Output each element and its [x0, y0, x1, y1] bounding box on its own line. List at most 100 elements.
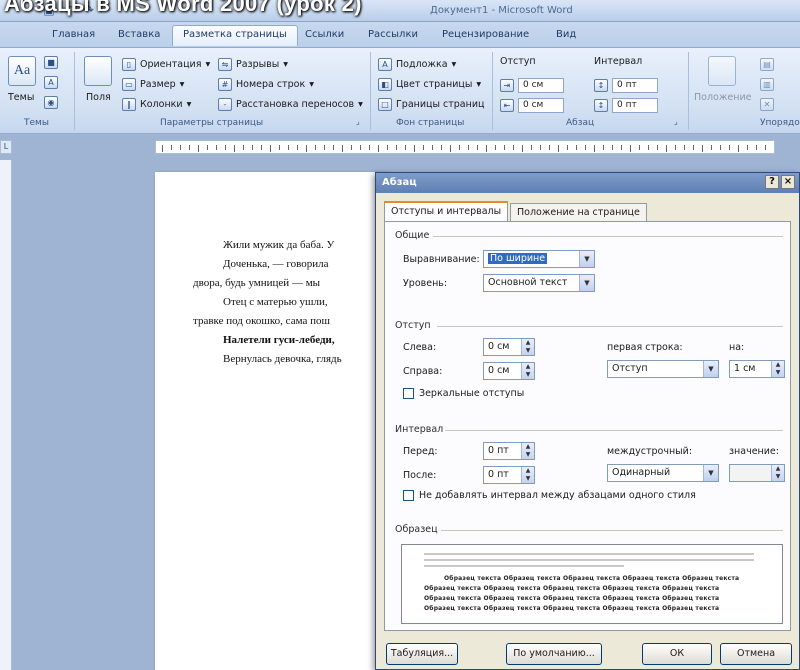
spin-arrows-icon[interactable]: ▲ ▼: [521, 363, 534, 379]
orientation-button[interactable]: ▯ Ориентация ▾: [122, 58, 210, 71]
close-button[interactable]: ×: [781, 175, 795, 189]
ruler-tick: [387, 145, 388, 150]
preview-previous-paragraph: [424, 553, 754, 555]
document-page[interactable]: Жили мужик да баба. У Доченька, — говори…: [155, 172, 390, 670]
ruler-tick: [297, 145, 298, 150]
no-space-same-style-checkbox[interactable]: Не добавлять интервал между абзацами одн…: [403, 490, 696, 501]
hyphenation-button[interactable]: - Расстановка переносов ▾: [218, 98, 363, 111]
indent-by-input[interactable]: 1 см ▲ ▼: [729, 360, 785, 378]
text-wrap-icon[interactable]: ✕: [760, 98, 774, 111]
position-icon[interactable]: [708, 56, 736, 86]
indent-right-field[interactable]: ⇤ 0 см: [500, 98, 564, 113]
ruler-tick: [234, 145, 235, 152]
tab-indents-and-spacing[interactable]: Отступы и интервалы: [384, 201, 509, 222]
first-line-label: первая строка:: [607, 342, 683, 353]
page-color-icon: ◧: [378, 78, 392, 91]
size-icon: ▭: [122, 78, 136, 91]
spacing-before-field[interactable]: ↕ 0 пт: [594, 78, 658, 93]
preview-previous-paragraph: [424, 565, 624, 567]
breaks-button[interactable]: ⇋ Разрывы ▾: [218, 58, 288, 71]
columns-button[interactable]: ‖ Колонки ▾: [122, 98, 191, 111]
tab-view[interactable]: Вид: [556, 29, 576, 40]
tab-selector-icon[interactable]: L: [0, 140, 12, 154]
page-borders-button[interactable]: □ Границы страниц: [378, 98, 484, 111]
indent-left-field[interactable]: ⇥ 0 см: [500, 78, 564, 93]
themes-icon[interactable]: Aa: [8, 56, 36, 86]
ruler-tick: [504, 145, 505, 150]
ruler-tick: [657, 145, 658, 150]
cancel-button[interactable]: Отмена: [720, 643, 792, 665]
alignment-label: Выравнивание:: [403, 254, 480, 265]
breaks-icon: ⇋: [218, 58, 232, 71]
position-button[interactable]: Положение: [694, 92, 751, 103]
ruler-tick: [585, 145, 586, 150]
spacing-after-input[interactable]: 0 пт ▲ ▼: [483, 466, 535, 484]
ruler-tick: [252, 145, 253, 150]
spacing-before-label: Перед:: [403, 446, 438, 457]
theme-colors-icon[interactable]: ■: [44, 56, 58, 69]
tab-references[interactable]: Ссылки: [305, 29, 344, 40]
indent-right-input[interactable]: 0 см ▲ ▼: [483, 362, 535, 380]
group-separator: [74, 52, 75, 130]
line-spacing-label: междустрочный:: [607, 446, 693, 457]
vertical-ruler[interactable]: [0, 160, 12, 670]
tab-insert[interactable]: Вставка: [118, 29, 160, 40]
theme-fonts-icon[interactable]: A: [44, 76, 58, 89]
first-line-select[interactable]: Отступ ▼: [607, 360, 719, 378]
tab-line-and-page-breaks[interactable]: Положение на странице: [510, 203, 647, 221]
page-color-button[interactable]: ◧ Цвет страницы ▾: [378, 78, 481, 91]
ruler-tick: [711, 145, 712, 150]
ruler-tick: [747, 145, 748, 150]
chevron-down-icon: ▼: [579, 251, 594, 267]
help-button[interactable]: ?: [765, 175, 779, 189]
indent-left-input[interactable]: 0 см ▲ ▼: [483, 338, 535, 356]
tab-mailings[interactable]: Рассылки: [368, 29, 418, 40]
hyphenation-icon: -: [218, 98, 232, 111]
spin-arrows-icon[interactable]: ▲ ▼: [771, 361, 784, 377]
ruler-tick: [495, 145, 496, 150]
level-label: Уровень:: [403, 278, 448, 289]
line-spacing-select[interactable]: Одинарный ▼: [607, 464, 719, 482]
ruler-tick: [270, 145, 271, 152]
horizontal-ruler[interactable]: [155, 140, 775, 154]
ok-button[interactable]: ОК: [642, 643, 712, 665]
columns-icon: ‖: [122, 98, 136, 111]
alignment-select[interactable]: По ширине ▼: [483, 250, 595, 268]
spin-arrows-icon[interactable]: ▲ ▼: [521, 339, 534, 355]
size-button[interactable]: ▭ Размер ▾: [122, 78, 184, 91]
paragraph-launcher-icon[interactable]: ⌟: [674, 117, 678, 126]
watermark-button[interactable]: A Подложка ▾: [378, 58, 456, 71]
spin-arrows-icon[interactable]: ▲ ▼: [521, 467, 534, 483]
ruler-tick: [639, 145, 640, 150]
spacing-at-input[interactable]: ▲ ▼: [729, 464, 785, 482]
ruler-tick: [729, 145, 730, 150]
page-setup-launcher-icon[interactable]: ⌟: [356, 117, 360, 126]
preview-sample-line: Образец текста Образец текста Образец те…: [424, 595, 720, 602]
ruler-tick: [360, 145, 361, 150]
fields-icon[interactable]: [84, 56, 112, 86]
ruler-tick: [171, 145, 172, 150]
send-backward-icon[interactable]: ▥: [760, 78, 774, 91]
spin-arrows-icon[interactable]: ▲ ▼: [771, 465, 784, 481]
ruler-tick: [441, 145, 442, 150]
mirror-indents-checkbox[interactable]: Зеркальные отступы: [403, 388, 524, 399]
ruler-tick: [702, 145, 703, 152]
tabs-button[interactable]: Табуляция...: [386, 643, 458, 665]
ruler-tick: [486, 145, 487, 152]
line-numbers-button[interactable]: # Номера строк ▾: [218, 78, 314, 91]
themes-button[interactable]: Темы: [8, 92, 34, 103]
ruler-tick: [459, 145, 460, 150]
bring-forward-icon[interactable]: ▤: [760, 58, 774, 71]
spacing-after-field[interactable]: ↕ 0 пт: [594, 98, 658, 113]
theme-effects-icon[interactable]: ◉: [44, 96, 58, 109]
set-default-button[interactable]: По умолчанию...: [506, 643, 602, 665]
spin-arrows-icon[interactable]: ▲ ▼: [521, 443, 534, 459]
tab-page-layout[interactable]: Разметка страницы: [172, 25, 298, 46]
tab-review[interactable]: Рецензирование: [442, 29, 529, 40]
spacing-before-input[interactable]: 0 пт ▲ ▼: [483, 442, 535, 460]
fields-button[interactable]: Поля: [86, 92, 111, 103]
level-select[interactable]: Основной текст ▼: [483, 274, 595, 292]
tab-home[interactable]: Главная: [52, 29, 95, 40]
dialog-title-bar[interactable]: Абзац ? ×: [376, 173, 799, 193]
indent-label: Отступ: [500, 56, 536, 67]
